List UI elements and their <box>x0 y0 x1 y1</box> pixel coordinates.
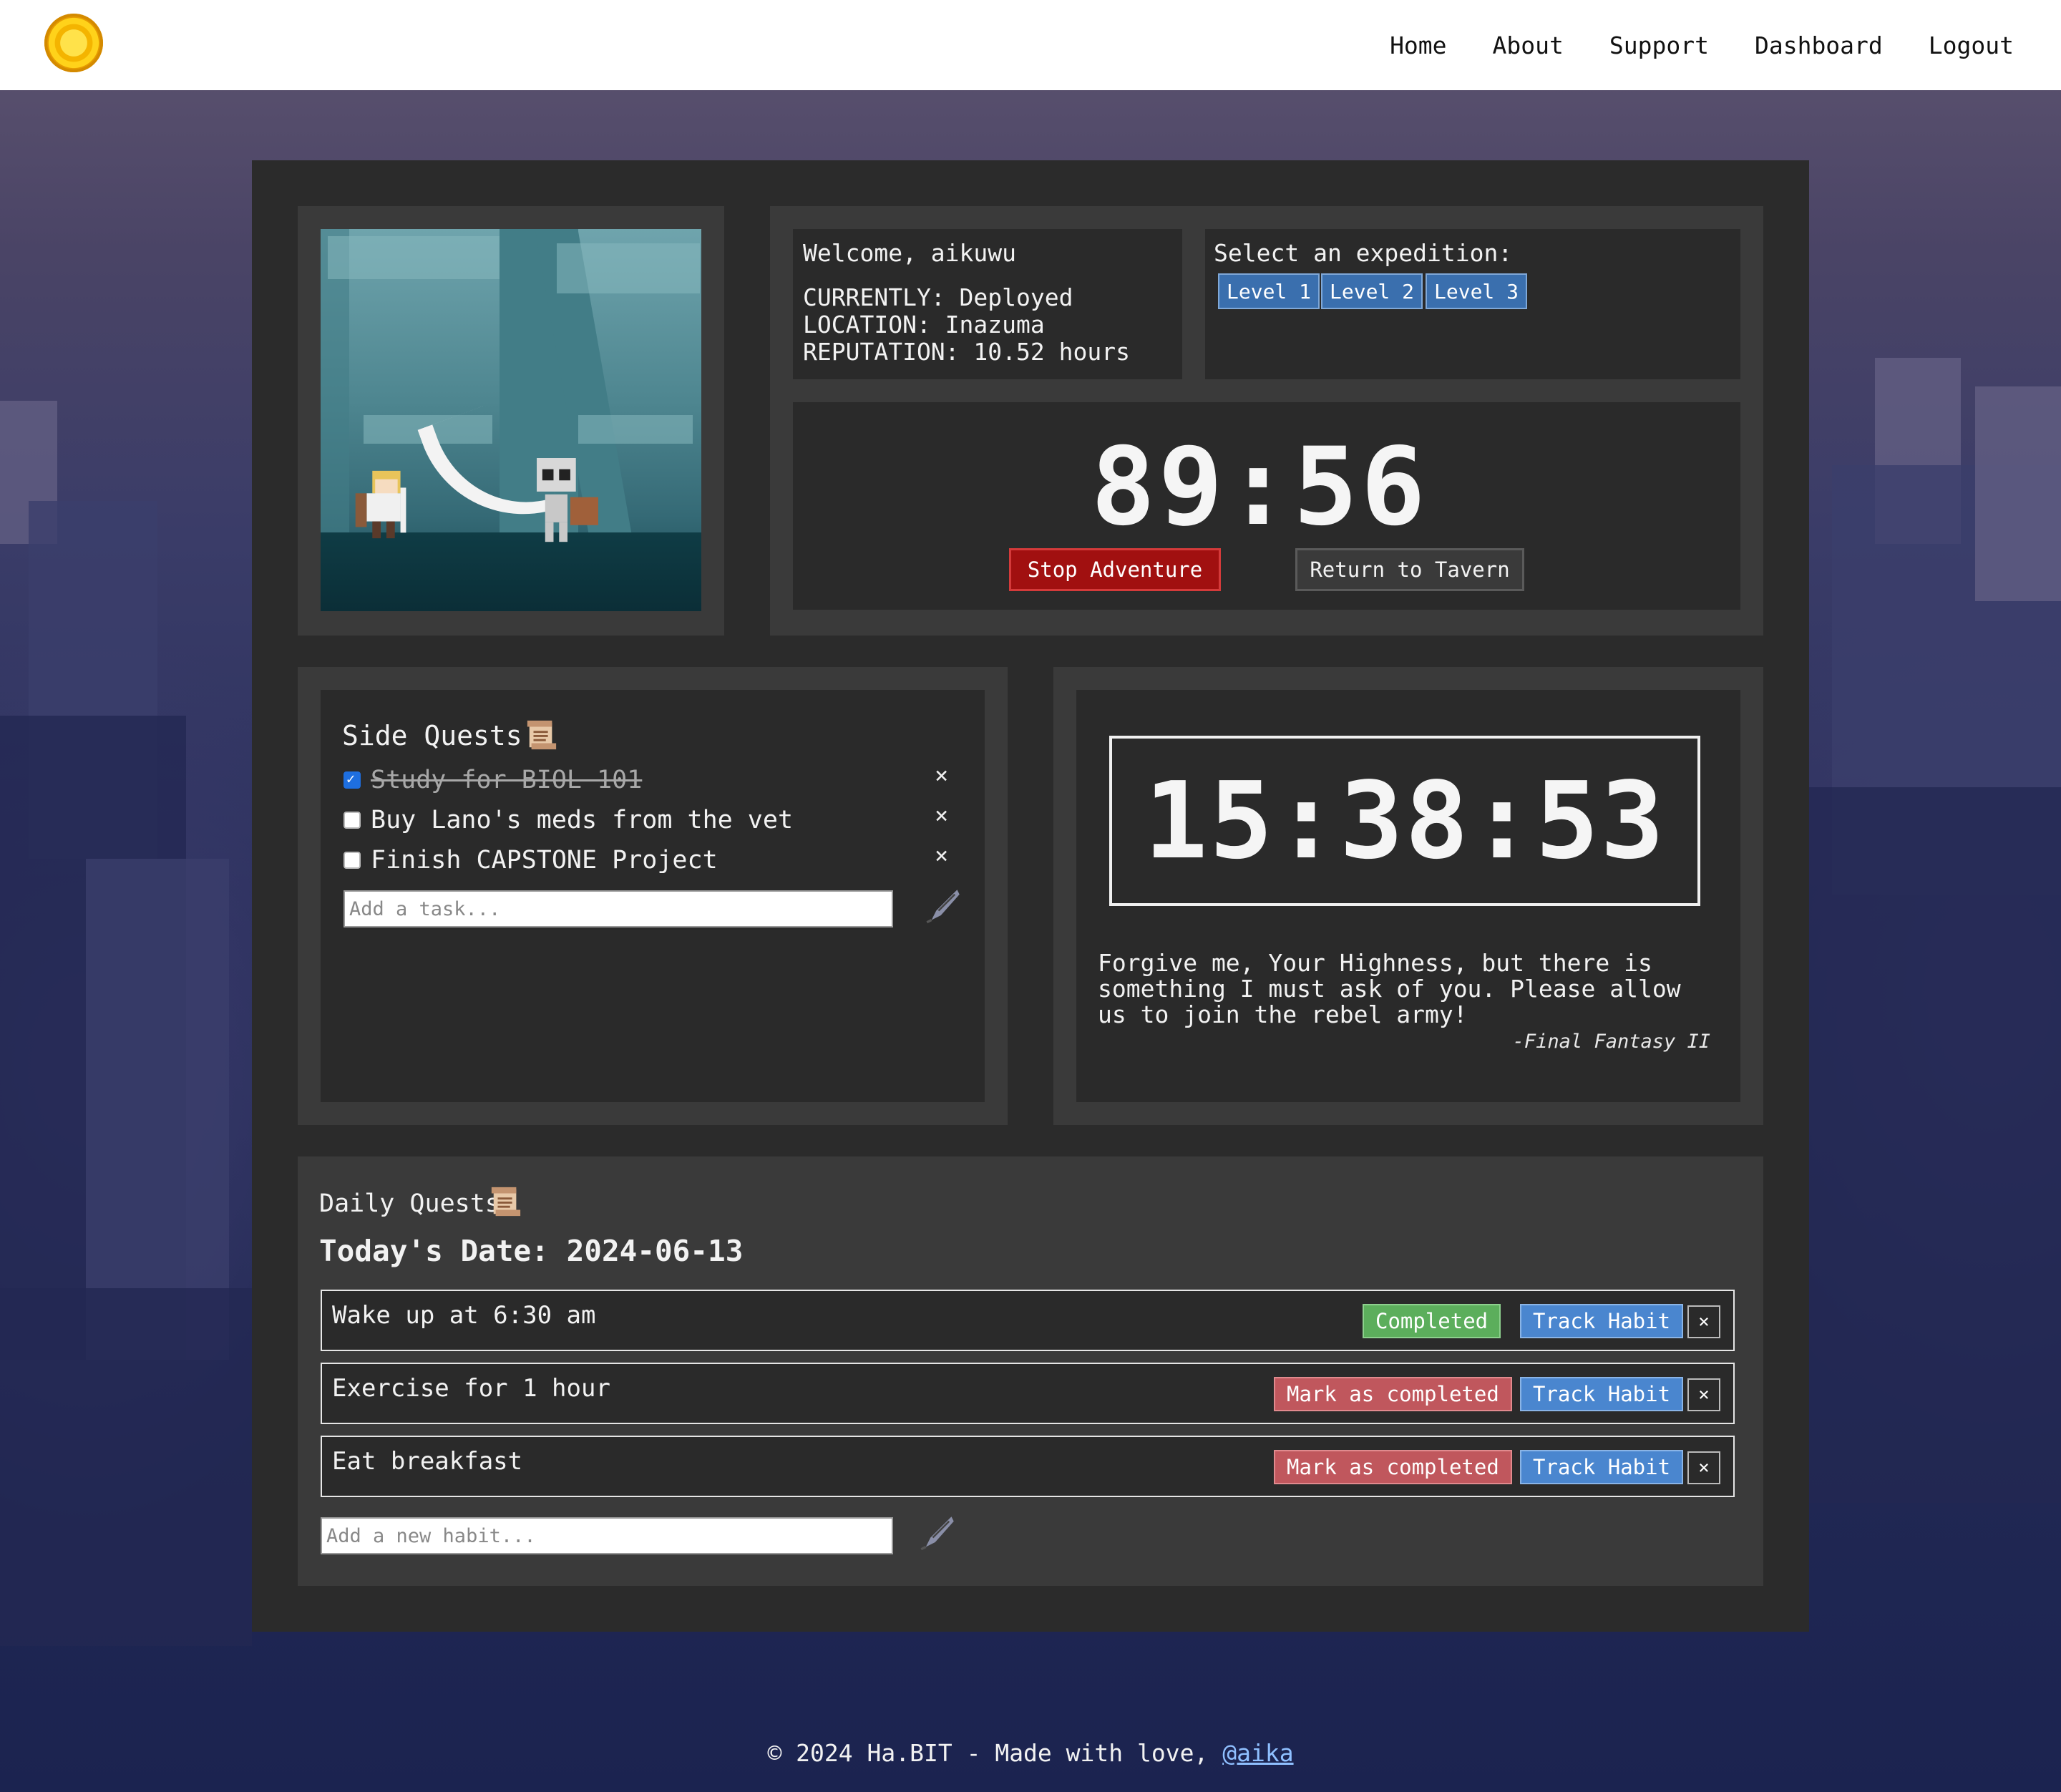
habit-row: Eat breakfast Mark as completed Track Ha… <box>321 1436 1735 1497</box>
nav-about-link[interactable]: About <box>1493 31 1564 59</box>
navbar: Home About Support Dashboard Logout <box>0 0 2061 90</box>
track-habit-button[interactable]: Track Habit <box>1520 1304 1684 1338</box>
habit-row: Exercise for 1 hour Mark as completed Tr… <box>321 1363 1735 1424</box>
adventure-scene-image <box>321 229 701 611</box>
task-row: Study for BIOL 101 <box>344 764 642 796</box>
delete-task-button[interactable]: × <box>935 802 948 829</box>
currently-text: CURRENTLY: Deployed <box>803 283 1073 311</box>
daily-quests-title: Daily Quests <box>319 1189 500 1218</box>
footer-text: © 2024 Ha.BIT - Made with love, <box>767 1739 1209 1767</box>
add-habit-input[interactable] <box>321 1517 893 1554</box>
habit-completed-button[interactable]: Completed <box>1363 1304 1501 1338</box>
level-2-button[interactable]: Level 2 <box>1321 273 1423 309</box>
clock-display: 15:38:53 <box>1109 736 1700 906</box>
nav-home-link[interactable]: Home <box>1390 31 1446 59</box>
task-row: Buy Lano's meds from the vet <box>344 804 793 836</box>
task-row: Finish CAPSTONE Project <box>344 844 718 876</box>
delete-task-button[interactable]: × <box>935 842 948 869</box>
welcome-text: Welcome, aikuwu <box>803 239 1017 267</box>
track-habit-button[interactable]: Track Habit <box>1520 1450 1684 1484</box>
nav-logout-link[interactable]: Logout <box>1929 31 2014 59</box>
track-habit-button[interactable]: Track Habit <box>1520 1377 1684 1411</box>
scroll-icon <box>491 1187 521 1217</box>
delete-habit-button[interactable]: × <box>1687 1378 1720 1411</box>
task-checkbox[interactable] <box>344 852 361 869</box>
delete-task-button[interactable]: × <box>935 761 948 789</box>
habit-label: Eat breakfast <box>332 1447 523 1476</box>
expedition-card: Select an expedition: Level 1 Level 2 Le… <box>1205 229 1740 379</box>
add-task-input[interactable] <box>344 890 893 927</box>
coin-logo-icon[interactable] <box>44 14 103 72</box>
stop-adventure-button[interactable]: Stop Adventure <box>1009 548 1221 591</box>
task-label: Study for BIOL 101 <box>371 766 643 794</box>
habit-label: Wake up at 6:30 am <box>332 1301 596 1330</box>
quill-icon[interactable] <box>925 887 962 925</box>
level-1-button[interactable]: Level 1 <box>1218 273 1320 309</box>
adventure-timer: 89:56 <box>1091 425 1428 550</box>
player-status-card: Welcome, aikuwu CURRENTLY: Deployed LOCA… <box>793 229 1182 379</box>
task-checkbox[interactable] <box>344 812 361 829</box>
nav-support-link[interactable]: Support <box>1609 31 1709 59</box>
task-label: Finish CAPSTONE Project <box>371 846 718 875</box>
quote-source: -Final Fantasy II <box>1512 1031 1710 1053</box>
todays-date: Today's Date: 2024-06-13 <box>319 1234 744 1268</box>
scroll-icon <box>527 720 557 750</box>
nav-links: Home About Support Dashboard Logout <box>1390 0 2014 90</box>
side-quests-title: Side Quests <box>342 720 522 751</box>
nav-dashboard-link[interactable]: Dashboard <box>1755 31 1883 59</box>
habit-label: Exercise for 1 hour <box>332 1374 610 1403</box>
habit-row: Wake up at 6:30 am Completed Track Habit… <box>321 1290 1735 1351</box>
task-checkbox[interactable] <box>344 770 361 789</box>
mark-completed-button[interactable]: Mark as completed <box>1274 1377 1512 1411</box>
delete-habit-button[interactable]: × <box>1687 1451 1720 1484</box>
footer-author-link[interactable]: @aika <box>1222 1739 1293 1767</box>
delete-habit-button[interactable]: × <box>1687 1305 1720 1338</box>
mark-completed-button[interactable]: Mark as completed <box>1274 1450 1512 1484</box>
expedition-title: Select an expedition: <box>1214 239 1513 267</box>
clock-time: 15:38:53 <box>1144 759 1666 882</box>
quill-icon[interactable] <box>919 1514 956 1552</box>
quote-text: Forgive me, Your Highness, but there is … <box>1098 949 1681 1028</box>
return-to-tavern-button[interactable]: Return to Tavern <box>1295 548 1524 591</box>
location-text: LOCATION: Inazuma <box>803 311 1045 339</box>
level-3-button[interactable]: Level 3 <box>1426 273 1528 309</box>
task-label: Buy Lano's meds from the vet <box>371 806 794 834</box>
reputation-text: REPUTATION: 10.52 hours <box>803 338 1130 366</box>
footer: © 2024 Ha.BIT - Made with love, @aika <box>0 1739 2061 1767</box>
